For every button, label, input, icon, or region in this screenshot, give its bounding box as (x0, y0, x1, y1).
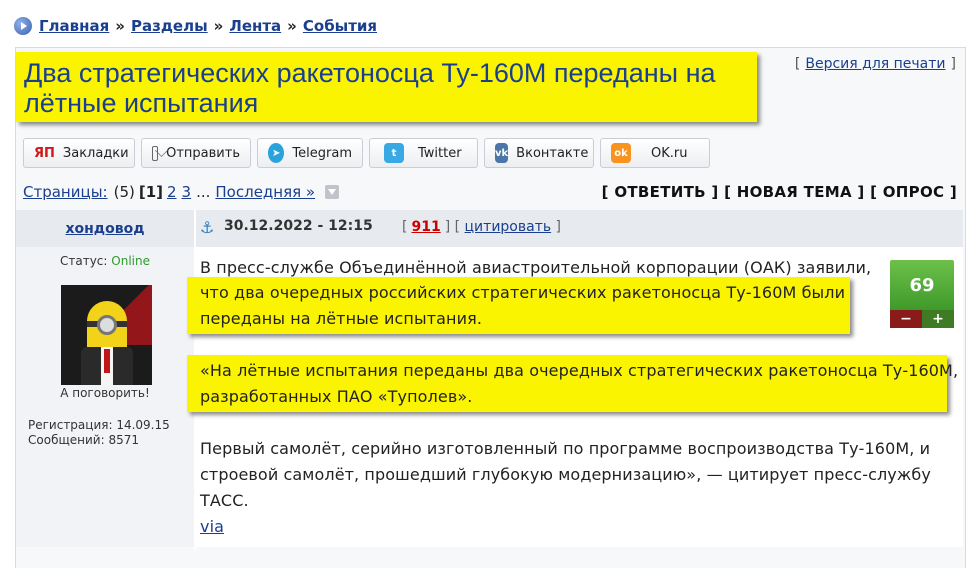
page-link[interactable]: 2 (167, 183, 177, 201)
status-label: Статус: (59, 254, 108, 268)
mail-icon (152, 145, 159, 161)
page-link[interactable]: 3 (182, 183, 192, 201)
yap-icon: ЯП (34, 145, 55, 161)
avatar-caption: А поговорить! (60, 386, 150, 400)
breadcrumb-separator: » (213, 17, 224, 35)
user-info: Регистрация: 14.09.15 Сообщений: 8571 (28, 418, 170, 448)
page: Главная » Разделы » Лента » События Два … (0, 0, 973, 568)
post-text-line: ТАСС. (200, 491, 249, 510)
breadcrumb-separator: » (115, 17, 125, 35)
post-date: 30.12.2022 - 12:15 (224, 218, 373, 234)
breadcrumb-feed[interactable]: Лента (229, 17, 281, 35)
play-circle-icon (14, 17, 32, 35)
twitter-icon: t (384, 143, 404, 163)
topic-actions[interactable]: [ ОТВЕТИТЬ ] [ НОВАЯ ТЕМА ] [ ОПРОС ] (602, 183, 957, 201)
status-online: Online (111, 254, 150, 268)
post-text-line: переданы на лётные испытания. (200, 309, 483, 328)
current-page: [1] (138, 183, 163, 201)
avatar-goggle (97, 315, 117, 335)
anchor-icon[interactable]: ⚓ (200, 218, 214, 237)
quote-link[interactable]: цитировать (465, 219, 552, 235)
avatar-tie (104, 349, 110, 373)
breadcrumb-events[interactable]: События (303, 17, 377, 35)
rating-widget: 69 − + (890, 260, 954, 328)
pages-count: (5) (113, 183, 135, 201)
breadcrumb-separator: » (287, 17, 297, 35)
print-version-link[interactable]: Версия для печати (805, 56, 945, 72)
print-bracket-right: ] (950, 56, 956, 72)
pages-ellipsis: ... (196, 183, 211, 201)
avatar[interactable] (61, 285, 152, 385)
registration-date: Регистрация: 14.09.15 (28, 418, 170, 432)
rating-plus-button[interactable]: + (922, 310, 954, 328)
share-label: Вконтакте (516, 145, 589, 161)
rating-minus-button[interactable]: − (890, 310, 922, 328)
post-text-line: Первый самолёт, серийно изготовленный по… (200, 439, 931, 458)
breadcrumb-sections[interactable]: Разделы (131, 17, 208, 35)
vk-icon: vk (495, 143, 509, 163)
share-vk-button[interactable]: vk Вконтакте (484, 138, 594, 168)
chevron-down-icon[interactable] (325, 185, 340, 199)
print-version: [Версия для печати] (795, 56, 956, 72)
via-link[interactable]: via (200, 517, 224, 536)
breadcrumb-home[interactable]: Главная (39, 17, 109, 35)
post-number[interactable]: 911 (411, 219, 440, 235)
user-status: Статус: Online (16, 254, 194, 268)
share-label: Twitter (418, 145, 462, 161)
post-author[interactable]: хондовод (16, 210, 194, 247)
post-meta: [911] [ цитировать ] (402, 219, 562, 235)
print-bracket-left: [ (794, 56, 801, 72)
share-label: Закладки (62, 145, 129, 161)
share-bar: ЯП Закладки Отправить ➤ Telegram t Twitt… (23, 138, 710, 170)
last-page-link[interactable]: Последняя » (215, 183, 315, 201)
title-highlight: Два стратегических ракетоносца Ту-160М п… (16, 52, 757, 122)
pagination: Страницы: (5) [1] 2 3 ... Последняя » (23, 183, 340, 201)
message-count: Сообщений: 8571 (28, 433, 139, 447)
topic-title: Два стратегических ракетоносца Ту-160М п… (24, 58, 716, 118)
share-ok-button[interactable]: ok OK.ru (600, 138, 710, 168)
share-twitter-button[interactable]: t Twitter (369, 138, 478, 168)
rating-buttons: − + (890, 310, 954, 328)
post-text-line: разработанных ПАО «Туполев». (200, 387, 473, 406)
share-label: Отправить (166, 145, 240, 161)
post-text-line: «На лётные испытания переданы два очеред… (200, 361, 959, 380)
pages-label[interactable]: Страницы: (23, 183, 108, 201)
telegram-icon: ➤ (268, 143, 285, 163)
breadcrumb: Главная » Разделы » Лента » События (14, 14, 377, 38)
post-text-line: строевой самолёт, прошедший глубокую мод… (200, 465, 931, 484)
post-text-line: что два очередных российских стратегичес… (200, 283, 846, 302)
share-bookmarks-button[interactable]: ЯП Закладки (23, 138, 135, 168)
share-send-button[interactable]: Отправить (141, 138, 251, 168)
share-telegram-button[interactable]: ➤ Telegram (257, 138, 363, 168)
rating-value: 69 (890, 260, 954, 310)
share-label: OK.ru (651, 145, 688, 161)
ok-icon: ok (611, 143, 631, 163)
share-label: Telegram (292, 145, 352, 161)
